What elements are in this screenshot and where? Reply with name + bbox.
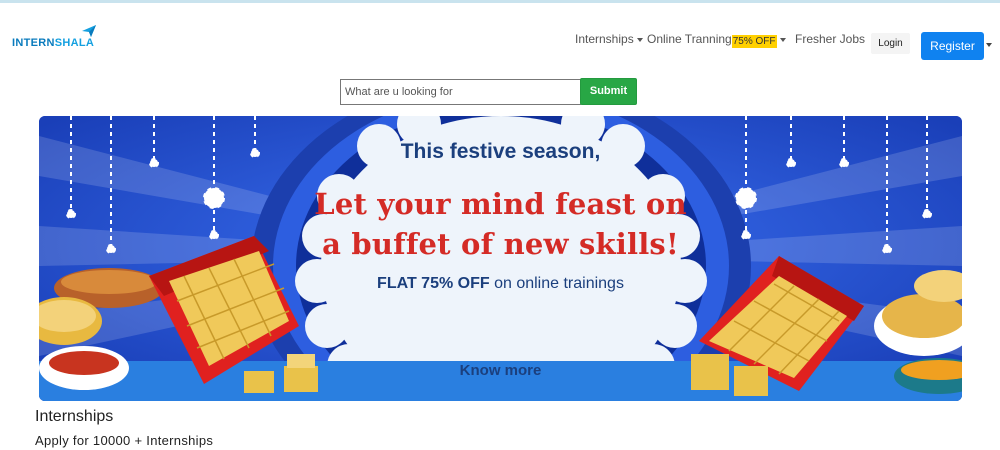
nav-internships[interactable]: Internships — [575, 32, 643, 46]
festive-banner[interactable]: This festive season, Let your mind feast… — [39, 116, 962, 401]
submit-button[interactable]: Submit — [580, 78, 637, 105]
register-button[interactable]: Register — [921, 32, 984, 60]
search-input[interactable] — [340, 79, 581, 105]
banner-tagline: Let your mind feast on a buffet of new s… — [314, 187, 687, 261]
banner-headline: This festive season, — [400, 140, 601, 163]
know-more-link[interactable]: Know more — [39, 362, 962, 379]
chevron-down-icon[interactable] — [986, 43, 992, 47]
discount-badge: 75% OFF — [731, 35, 777, 48]
section-title: Internships — [35, 408, 114, 425]
login-button[interactable]: Login — [871, 33, 910, 54]
nav-online-training[interactable]: Online Tranning75% OFF — [647, 32, 786, 48]
logo-text: INTERNSHALA — [12, 37, 95, 49]
chevron-down-icon — [636, 37, 643, 42]
chevron-down-icon — [779, 37, 786, 42]
section-subtitle: Apply for 10000 + Internships — [35, 433, 214, 448]
header: INTERNSHALA Internships Online Tranning7… — [0, 3, 1000, 73]
nav-fresher-jobs[interactable]: Fresher Jobs — [795, 32, 865, 46]
banner-offer-text: FLAT 75% OFF on online trainings — [377, 275, 624, 292]
paper-plane-icon — [82, 25, 96, 37]
